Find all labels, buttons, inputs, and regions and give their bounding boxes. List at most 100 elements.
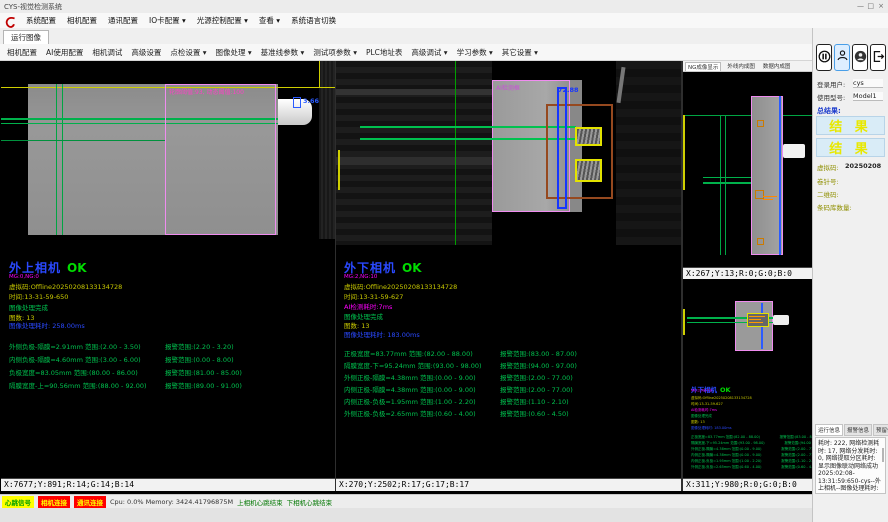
green-measure-line: [725, 115, 726, 255]
menu-camera-config[interactable]: 相机配置: [67, 15, 97, 26]
ng-tab-outer[interactable]: 外线内成图: [725, 62, 757, 70]
qr-label: 二维码:: [817, 189, 839, 199]
ng-tab-display[interactable]: NG成像显示: [685, 62, 721, 71]
left-camera-view: 轮廓阈值:93, 动态阈值:100 3.66 外上相机OK MG:0,NG:0 …: [1, 61, 335, 478]
detection-box-yellow: [575, 127, 602, 146]
left-camera-image[interactable]: 轮廓阈值:93, 动态阈值:100 3.66: [1, 61, 335, 239]
measure-row: 外侧正极-隔膜=4.38mm 范围:(0.00 - 9.00)报警范围:(2.0…: [344, 372, 664, 382]
barcode-line: 虚拟码:Offline20250208133134728: [691, 395, 752, 400]
measure-main: 外侧负极-隔膜=2.91mm 范围:(2.00 - 3.50): [9, 343, 141, 351]
menu-bar: 系统配置 相机配置 通讯配置 IO卡配置 ▾ 光源控制配置 ▾ 查看 ▾ 系统语…: [0, 13, 888, 28]
total-result-label: 总结果:: [817, 106, 841, 116]
measure-row: 正极宽度=83.77mm 范围:(82.00 - 88.00)报警范围:(83.…: [691, 434, 812, 439]
login-user-value[interactable]: cys: [853, 79, 883, 88]
model-value[interactable]: Model1: [853, 92, 883, 101]
green-measure-line: [720, 115, 721, 255]
exit-icon: [872, 48, 885, 67]
heartbeat-status-badge: 心跳信号: [2, 496, 34, 508]
maximize-icon[interactable]: □: [867, 2, 874, 10]
tool-camera-debug[interactable]: 相机调试: [92, 47, 122, 58]
yellow-guide-line: [338, 150, 340, 190]
ng-camera-image[interactable]: [683, 72, 812, 267]
detection-box-orange: [757, 120, 764, 127]
middle-camera-image[interactable]: AI检测框 72.88: [336, 61, 681, 245]
orange-annotation: [763, 199, 773, 200]
operator-button[interactable]: [852, 44, 868, 71]
tool-learning-params[interactable]: 学习参数 ▾: [457, 47, 493, 58]
login-user-button[interactable]: [834, 44, 850, 71]
time-line: 时间:13-31-59-627: [691, 401, 723, 406]
mini-camera-view[interactable]: 外下相机OK MG:2,NG:10 虚拟码:Offline20250208133…: [683, 279, 812, 478]
close-icon[interactable]: ×: [878, 2, 884, 10]
green-measure-line: [1, 140, 165, 141]
measure-main: 正极宽度=83.77mm 范围:(82.00 - 88.00): [344, 350, 473, 358]
menu-io-config[interactable]: IO卡配置 ▾: [149, 15, 186, 26]
toolbar: 相机配置 AI使用配置 相机调试 高级设置 点检设置 ▾ 图像处理 ▾ 基准线参…: [0, 44, 812, 61]
green-measure-line: [703, 177, 751, 178]
measure-row: 内侧正极-负极=1.95mm 范围:(1.00 - 2.20)报警范围:(1.1…: [691, 458, 812, 463]
elapsed-line: 图像处理耗时: 183.00ms: [691, 425, 732, 430]
left-pixel-coords: X:7677;Y:891;R:14;G:14;B:14: [1, 478, 335, 491]
green-measure-line: [703, 182, 751, 184]
menu-language-switch[interactable]: 系统语言切换: [291, 15, 336, 26]
measure-alarm: 报警范围:(2.20 - 3.20): [165, 341, 234, 351]
tab-run-image[interactable]: 运行图像: [3, 30, 49, 45]
tool-image-processing[interactable]: 图像处理 ▾: [216, 47, 252, 58]
tool-baseline-params[interactable]: 基准线参数 ▾: [261, 47, 305, 58]
tab-run-info[interactable]: 运行信息: [815, 424, 843, 436]
menu-system-config[interactable]: 系统配置: [26, 15, 56, 26]
measure-marker-value: 72.88: [558, 86, 579, 94]
user-filled-icon: [854, 48, 867, 67]
measure-alarm: 报警范围:(2.00 - 77.00): [500, 384, 573, 394]
tool-ai-config[interactable]: AI使用配置: [46, 47, 83, 58]
frame-count-line: 图数: 13: [691, 419, 705, 424]
run-log[interactable]: 耗时: 222, 网络检测耗时: 17, 网络分发耗时: 0, 网络提取分区耗时…: [815, 437, 886, 494]
camera-name: 外上相机: [9, 261, 61, 275]
result-ok: OK: [67, 261, 87, 275]
ng-tab-data[interactable]: 数据内成图: [761, 62, 793, 70]
measure-main: 隔膜宽度-下=95.24mm 范围:(93.00 - 98.00): [691, 441, 765, 445]
tool-camera-config[interactable]: 相机配置: [7, 47, 37, 58]
camera-name: 外下相机: [344, 261, 396, 275]
tool-advanced-debug[interactable]: 高级调试 ▾: [411, 47, 447, 58]
menu-comm-config[interactable]: 通讯配置: [108, 15, 138, 26]
measure-main: 外侧正极-隔膜=4.38mm 范围:(0.00 - 9.00): [344, 374, 476, 382]
green-measure-line: [360, 138, 576, 140]
time-line: 时间:13-31-59-650: [9, 291, 68, 301]
elapsed-line: 图像处理耗时: 183.00ms: [344, 329, 420, 339]
pause-icon: [818, 48, 831, 67]
tool-advanced-settings[interactable]: 高级设置: [131, 47, 161, 58]
measure-alarm: 报警范围:(0.00 - 8.00): [165, 354, 234, 364]
measure-main: 隔膜宽度-上=90.56mm 范围:(88.00 - 92.00): [9, 382, 147, 390]
login-user-label: 登录用户:: [817, 79, 845, 89]
log-scrollbar[interactable]: [882, 448, 884, 462]
measure-main: 外侧正极-隔膜=4.38mm 范围:(0.00 - 9.00): [691, 447, 762, 451]
measure-row: 外侧正极-隔膜=4.38mm 范围:(0.00 - 9.00)报警范围:(2.0…: [691, 446, 812, 451]
status-line: 图像处理完成: [9, 302, 48, 312]
machinery-band: [336, 89, 492, 95]
pause-button[interactable]: [816, 44, 832, 71]
minimize-icon[interactable]: —: [857, 2, 864, 10]
ng-pixel-coords: X:267;Y:13;R:0;G:0;B:0: [683, 267, 812, 279]
comm-link-status-badge: 通讯连接: [74, 496, 106, 508]
result-box-lower: 结 果: [816, 138, 885, 157]
tab-reserved-info[interactable]: 预留信息: [873, 424, 888, 436]
tool-other-settings[interactable]: 其它设置 ▾: [502, 47, 538, 58]
tool-spot-check[interactable]: 点检设置 ▾: [170, 47, 206, 58]
connector-tab: [783, 144, 805, 158]
measure-row: 内侧正极-负极=1.95mm 范围:(1.00 - 2.20)报警范围:(1.1…: [344, 396, 664, 406]
tool-plc-address[interactable]: PLC地址表: [366, 47, 402, 58]
lower-camera-heartbeat: 下相机心跳结束: [287, 497, 333, 507]
menu-light-config[interactable]: 光源控制配置 ▾: [197, 15, 248, 26]
tool-test-params[interactable]: 测试项参数 ▾: [313, 47, 357, 58]
menu-view[interactable]: 查看 ▾: [259, 15, 280, 26]
barcode-value: 20250208: [845, 162, 881, 170]
upper-camera-heartbeat: 上相机心跳结束: [237, 497, 283, 507]
exit-button[interactable]: [870, 44, 886, 71]
measure-main: 外侧正极-负极=2.65mm 范围:(0.60 - 4.00): [691, 465, 762, 469]
measure-row: 内侧负极-隔膜=4.60mm 范围:(3.00 - 6.00)报警范围:(0.0…: [9, 354, 329, 364]
measure-row: 外侧正极-负极=2.65mm 范围:(0.60 - 4.00)报警范围:(0.6…: [344, 408, 664, 418]
measure-main: 正极宽度=83.77mm 范围:(82.00 - 88.00): [691, 435, 760, 439]
measure-row: 负极宽度=83.05mm 范围:(80.00 - 86.00)报警范围:(81.…: [9, 367, 329, 377]
tab-alarm-info[interactable]: 报警信息: [844, 424, 872, 436]
